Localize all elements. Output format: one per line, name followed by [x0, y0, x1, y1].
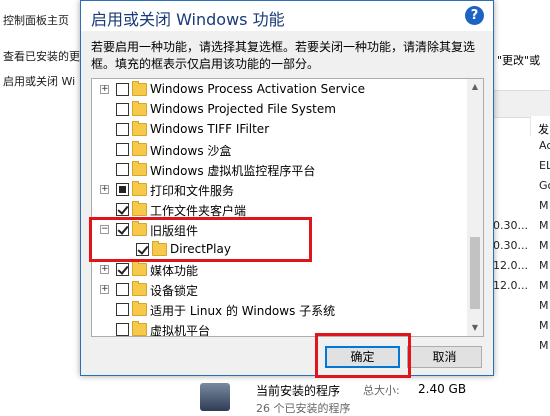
- program-publisher: M: [539, 199, 549, 212]
- program-row[interactable]: Go: [493, 176, 550, 196]
- feature-checkbox[interactable]: [116, 283, 129, 296]
- features-scrollbar[interactable]: ▲ ▼: [467, 79, 483, 336]
- program-row[interactable]: M: [493, 336, 550, 356]
- background-instruction-text: "更改"或: [497, 54, 541, 67]
- folder-icon: [132, 261, 147, 276]
- feature-label: 打印和文件服务: [150, 184, 235, 198]
- folder-icon: [132, 301, 147, 316]
- feature-item[interactable]: + 设备锁定: [92, 280, 467, 300]
- program-publisher: M: [539, 239, 549, 252]
- feature-item[interactable]: + Windows Process Activation Service: [92, 80, 467, 100]
- program-publisher: M: [539, 279, 549, 292]
- program-version: 12.0...: [493, 279, 528, 292]
- folder-icon: [132, 101, 147, 116]
- feature-item[interactable]: 适用于 Linux 的 Windows 子系统: [92, 300, 467, 320]
- program-version: 0.30...: [493, 219, 528, 232]
- feature-checkbox[interactable]: [116, 103, 129, 116]
- folder-icon: [132, 321, 147, 336]
- feature-label: 适用于 Linux 的 Windows 子系统: [150, 304, 336, 318]
- expand-icon[interactable]: +: [100, 85, 109, 94]
- program-row[interactable]: 12.0... M: [493, 276, 550, 296]
- program-row[interactable]: Ac: [493, 136, 550, 156]
- total-size-label: 总大小:: [363, 384, 400, 397]
- feature-checkbox[interactable]: [116, 323, 129, 336]
- feature-checkbox[interactable]: [116, 203, 129, 216]
- folder-icon: [132, 141, 147, 156]
- feature-item[interactable]: + 打印和文件服务: [92, 180, 467, 200]
- program-row[interactable]: 0.30... M: [493, 236, 550, 256]
- feature-label: Windows TIFF IFilter: [150, 122, 270, 136]
- total-size-value: 2.40 GB: [418, 382, 467, 396]
- features-tree: + Windows Process Activation Service Windo…: [91, 78, 484, 337]
- feature-checkbox[interactable]: [116, 123, 129, 136]
- program-row[interactable]: M: [493, 196, 550, 216]
- feature-label: 虚拟机平台: [150, 324, 211, 337]
- program-list: AcELGoM0.30...M0.30...M12.0...M12.0...MM…: [493, 136, 550, 376]
- folder-icon: [132, 181, 147, 196]
- windows-features-dialog: 启用或关闭 Windows 功能 ? 若要启用一种功能，请选择其复选框。若要关闭…: [80, 0, 494, 376]
- program-version: 12.0...: [493, 259, 528, 272]
- installed-programs-label: 当前安装的程序: [256, 384, 341, 398]
- feature-checkbox[interactable]: [116, 163, 129, 176]
- program-publisher: M: [539, 319, 549, 332]
- program-row[interactable]: EL: [493, 156, 550, 176]
- program-publisher: M: [539, 259, 549, 272]
- program-count-text: 26 个已安装的程序: [256, 402, 351, 415]
- program-version: 0.30...: [493, 239, 528, 252]
- program-publisher: M: [539, 299, 549, 312]
- dialog-title: 启用或关闭 Windows 功能: [91, 10, 285, 29]
- folder-icon: [132, 201, 147, 216]
- feature-checkbox[interactable]: [116, 183, 129, 196]
- feature-label: 媒体功能: [150, 264, 199, 278]
- ok-button-highlight: [315, 333, 411, 378]
- program-row[interactable]: M: [493, 316, 550, 336]
- folder-icon: [132, 161, 147, 176]
- expand-icon[interactable]: +: [100, 265, 109, 274]
- scroll-up-arrow-icon[interactable]: ▲: [467, 79, 483, 95]
- feature-item[interactable]: Windows TIFF IFilter: [92, 120, 467, 140]
- turn-windows-features-link[interactable]: 启用或关闭 Wi: [3, 73, 75, 89]
- publisher-column-label: 发: [538, 123, 549, 136]
- view-installed-updates-link[interactable]: 查看已安装的更: [3, 48, 80, 64]
- program-row[interactable]: 0.30... M: [493, 216, 550, 236]
- feature-label: Windows Projected File System: [150, 102, 336, 116]
- dialog-titlebar[interactable]: 启用或关闭 Windows 功能 ?: [81, 1, 493, 31]
- feature-label: Windows 虚拟机监控程序平台: [150, 164, 316, 178]
- feature-checkbox[interactable]: [116, 83, 129, 96]
- feature-label: 设备锁定: [150, 284, 199, 298]
- help-icon[interactable]: ?: [465, 6, 484, 25]
- expand-icon[interactable]: +: [100, 185, 109, 194]
- control-panel-home-link[interactable]: 控制面板主页: [3, 12, 69, 28]
- expand-icon[interactable]: +: [100, 285, 109, 294]
- control-panel-sidebar: 控制面板主页 查看已安装的更 启用或关闭 Wi: [0, 0, 80, 411]
- folder-icon: [132, 121, 147, 136]
- program-publisher: Ac: [539, 139, 550, 152]
- program-summary-bar: 当前安装的程序 总大小: 2.40 GB 26 个已安装的程序: [170, 373, 550, 415]
- program-publisher: M: [539, 219, 549, 232]
- program-publisher: M: [539, 339, 549, 352]
- legacy-components-highlight: [89, 217, 312, 262]
- feature-checkbox[interactable]: [116, 143, 129, 156]
- feature-checkbox[interactable]: [116, 263, 129, 276]
- program-row[interactable]: 12.0... M: [493, 256, 550, 276]
- scroll-down-arrow-icon[interactable]: ▼: [467, 320, 483, 336]
- programs-icon: [200, 383, 230, 411]
- program-publisher: EL: [539, 159, 550, 172]
- dialog-description: 若要启用一种功能，请选择其复选框。若要关闭一种功能，请清除其复选框。填充的框表示…: [91, 40, 476, 71]
- feature-checkbox[interactable]: [116, 303, 129, 316]
- feature-item[interactable]: Windows 虚拟机监控程序平台: [92, 160, 467, 180]
- feature-label: Windows Process Activation Service: [150, 82, 365, 96]
- feature-label: Windows 沙盒: [150, 144, 232, 158]
- scroll-thumb[interactable]: [470, 237, 480, 309]
- program-list-toolbar: [493, 90, 550, 118]
- folder-icon: [132, 81, 147, 96]
- feature-item[interactable]: Windows Projected File System: [92, 100, 467, 120]
- program-row[interactable]: M: [493, 296, 550, 316]
- feature-item[interactable]: + 媒体功能: [92, 260, 467, 280]
- program-publisher: Go: [539, 179, 550, 192]
- folder-icon: [132, 281, 147, 296]
- feature-item[interactable]: Windows 沙盒: [92, 140, 467, 160]
- cancel-button[interactable]: 取消: [407, 346, 482, 368]
